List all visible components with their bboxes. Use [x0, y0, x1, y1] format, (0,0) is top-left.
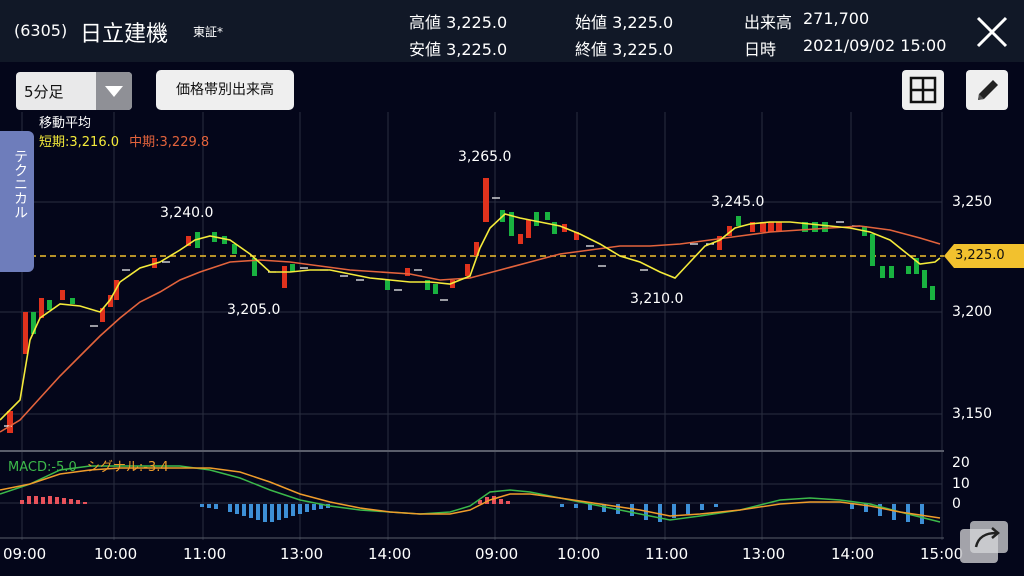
pencil-icon [978, 80, 998, 100]
time-tick: 11:00 [183, 545, 227, 563]
short-ma-line [0, 213, 941, 421]
price-chart [0, 112, 1024, 540]
technical-tab-label: テクニカル [12, 149, 28, 219]
time-tick: 09:00 [3, 545, 47, 563]
grid-icon [909, 76, 937, 104]
price-tick-3200: 3,200 [952, 304, 993, 320]
time-tick: 15:00 [920, 545, 964, 563]
macd-histogram [20, 496, 924, 524]
peak-annotation: 3,245.0 [711, 194, 765, 210]
trough-annotation: 3,205.0 [227, 302, 281, 318]
moving-average-title: 移動平均 [39, 116, 92, 131]
macd-tick-10: 10 [952, 476, 970, 492]
moving-average-legend: 移動平均 短期:3,216.0 中期:3,229.8 [39, 112, 209, 150]
peak-annotation: 3,240.0 [160, 205, 214, 221]
price-tick-3150: 3,150 [952, 406, 993, 422]
signal-line [0, 467, 941, 519]
chevron-down-icon [96, 72, 132, 110]
time-tick: 14:00 [368, 545, 412, 563]
time-tick: 10:00 [94, 545, 138, 563]
time-tick: 13:00 [280, 545, 324, 563]
mid-ma-value: 中期:3,229.8 [129, 135, 210, 150]
time-tick: 10:00 [557, 545, 601, 563]
macd-value: MACD:-5.0 [8, 460, 77, 475]
draw-button[interactable] [966, 70, 1008, 110]
time-tick: 09:00 [475, 545, 519, 563]
macd-tick-20: 20 [952, 455, 970, 471]
share-arrow-icon [960, 521, 1008, 563]
price-tick-3250: 3,250 [952, 194, 993, 210]
macd-tick-0: 0 [952, 496, 961, 512]
macd-legend: MACD:-5.0 シグナル:-3.4 [8, 456, 169, 475]
time-tick: 13:00 [742, 545, 786, 563]
technical-tab[interactable]: テクニカル [0, 131, 34, 272]
current-price-label: 3,225.0 [955, 248, 1005, 263]
candlesticks [7, 178, 935, 433]
volume-profile-button[interactable]: 価格帯別出来高 [156, 70, 294, 110]
timeframe-label: 5分足 [24, 83, 64, 101]
layout-button[interactable] [902, 70, 944, 110]
time-tick: 14:00 [831, 545, 875, 563]
trough-annotation: 3,210.0 [630, 291, 684, 307]
short-ma-value: 短期:3,216.0 [39, 135, 119, 150]
time-tick: 11:00 [645, 545, 689, 563]
mid-ma-line [0, 225, 941, 433]
signal-value: シグナル:-3.4 [86, 460, 169, 475]
timeframe-select[interactable]: 5分足 [16, 72, 132, 110]
high-annotation: 3,265.0 [458, 149, 512, 165]
popout-button[interactable] [958, 517, 1010, 567]
